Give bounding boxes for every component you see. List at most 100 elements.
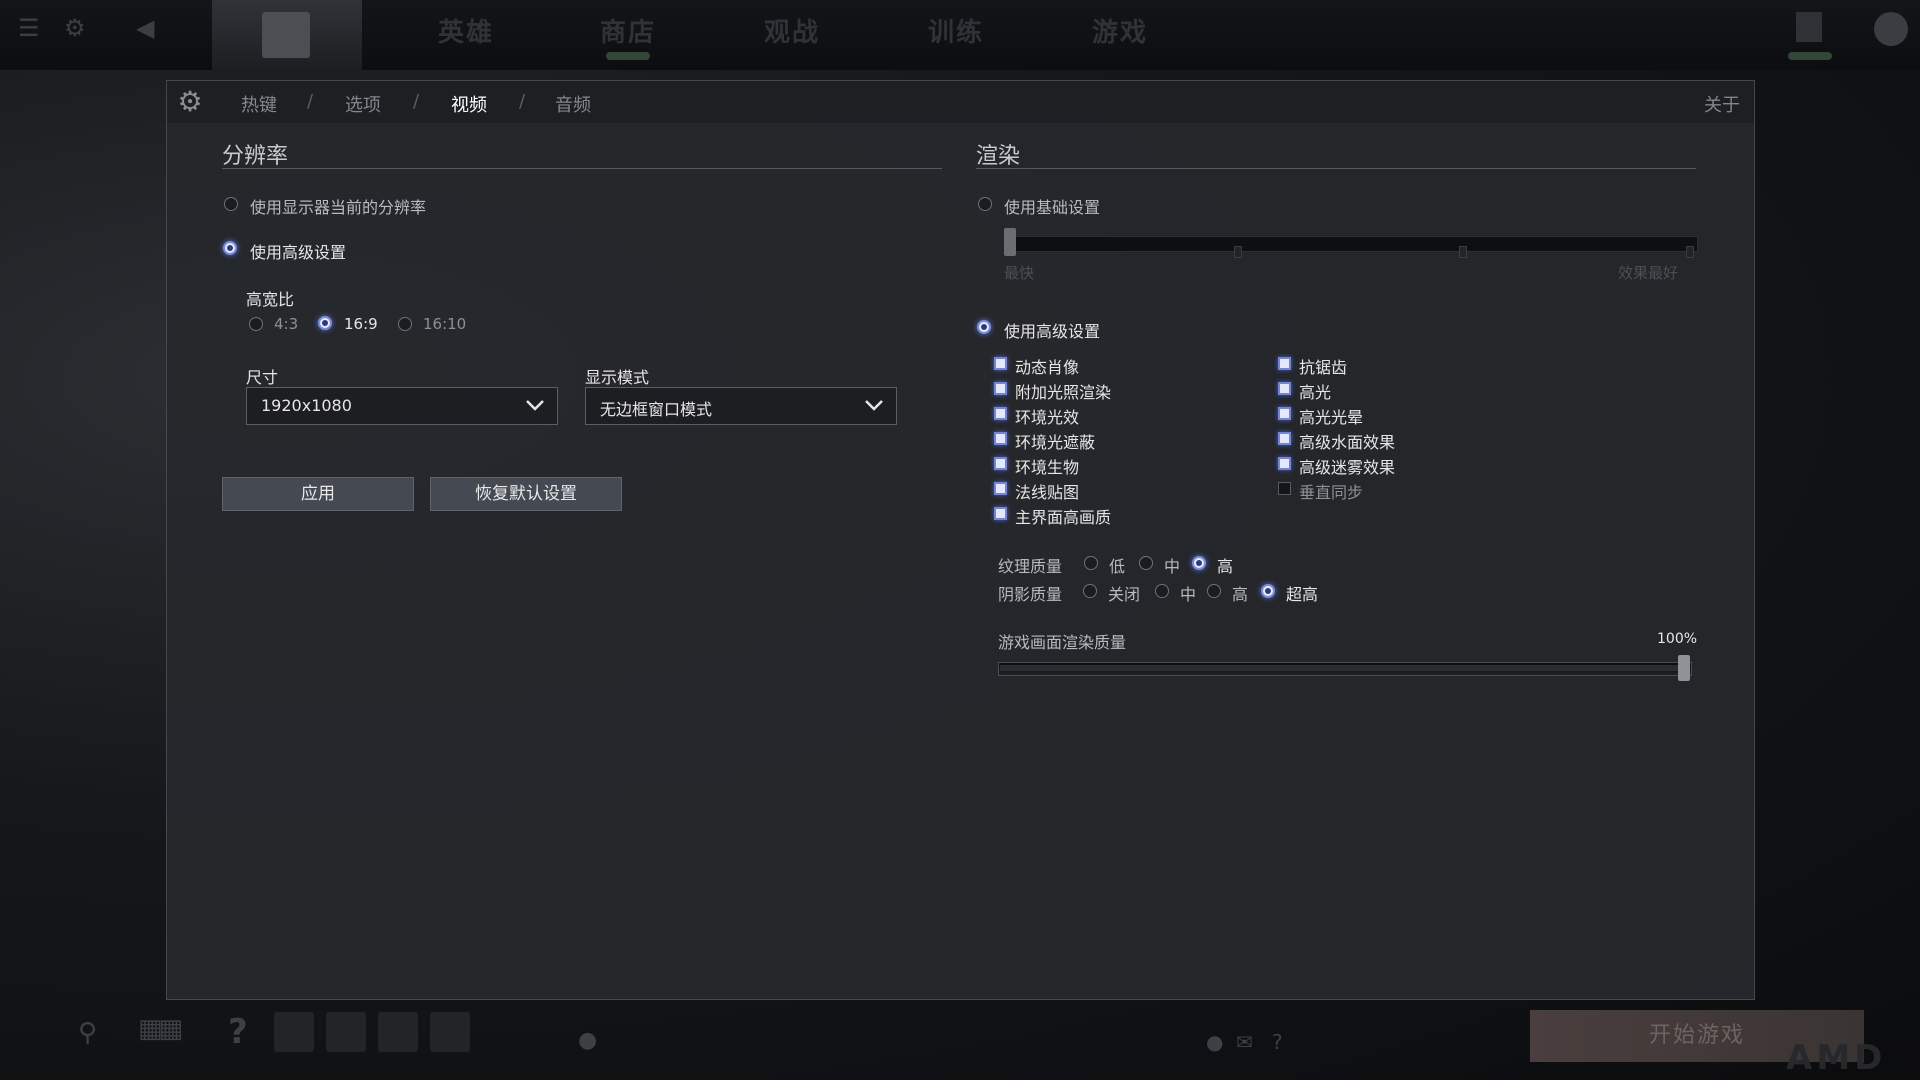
checkbox-label: 环境光效 [1015,408,1080,427]
question-icon[interactable]: ? [1272,1030,1283,1054]
back-icon[interactable]: ◀ [136,14,154,42]
aspect-4-3-radio[interactable] [249,317,263,331]
use-monitor-resolution-label: 使用显示器当前的分辨率 [250,198,427,217]
shadow-off-radio[interactable] [1083,584,1097,598]
rendering-title: 渲染 [976,144,1021,169]
checkbox-dynamic-portraits[interactable] [994,357,1007,370]
tab-video[interactable]: 视频 [451,91,487,117]
chat-icon[interactable]: ● [578,1028,597,1053]
inventory-indicator [1788,52,1832,60]
party-slot[interactable] [326,1012,366,1052]
aspect-16-9-radio[interactable] [318,316,332,330]
checkbox-label: 抗锯齿 [1299,358,1348,377]
nav-watch[interactable]: 观战 [764,12,820,49]
help-icon[interactable]: ? [228,1012,248,1052]
aspect-16-10-radio[interactable] [398,317,412,331]
use-advanced-resolution-label: 使用高级设置 [250,243,347,262]
checkbox-specular[interactable] [1278,382,1291,395]
amd-watermark: AMD [1786,1038,1887,1078]
checkbox-ambient-effects[interactable] [994,407,1007,420]
logo-icon [262,12,310,58]
mail-icon[interactable]: ✉ [1236,1030,1253,1054]
menu-icon[interactable]: ☰ [18,14,40,42]
avatar[interactable] [1874,12,1908,46]
resolution-title: 分辨率 [222,144,289,169]
display-mode-value: 无边框窗口模式 [600,400,713,419]
aspect-4-3-label: 4:3 [274,315,299,333]
checkbox-high-quality-fog[interactable] [1278,457,1291,470]
render-quality-label: 游戏画面渲染质量 [998,633,1127,652]
nav-learn[interactable]: 训练 [928,12,984,49]
checkbox-normal-maps[interactable] [994,482,1007,495]
tab-hotkeys[interactable]: 热键 [241,91,277,117]
checkbox-label: 环境光遮蔽 [1015,433,1096,452]
checkbox-additional-lighting[interactable] [994,382,1007,395]
checkbox-label: 垂直同步 [1299,483,1364,502]
checkbox-label: 高级迷雾效果 [1299,458,1396,477]
checkbox-high-quality-dashboard[interactable] [994,507,1007,520]
inventory-icon[interactable] [1796,12,1822,42]
size-label: 尺寸 [246,368,279,387]
grid-icon[interactable]: ▦▦ [138,1014,183,1044]
tab-options[interactable]: 选项 [345,91,381,117]
use-advanced-resolution-radio[interactable] [223,241,237,255]
checkbox-bloom[interactable] [1278,407,1291,420]
shadow-medium-radio[interactable] [1155,584,1169,598]
display-mode-dropdown[interactable]: 无边框窗口模式 [585,387,897,425]
party-slot[interactable] [430,1012,470,1052]
aspect-16-10-label: 16:10 [423,315,467,333]
basic-quality-slider-thumb[interactable] [1004,228,1016,256]
tab-separator: / [519,91,526,112]
slider-tick [1686,246,1694,258]
nav-store[interactable]: 商店 [600,12,656,49]
checkbox-label: 动态肖像 [1015,358,1080,377]
settings-panel: ⚙ 热键 / 选项 / 视频 / 音频 关于 [166,80,1755,1000]
shadow-high-radio[interactable] [1207,584,1221,598]
use-advanced-rendering-label: 使用高级设置 [1004,322,1101,341]
about-link[interactable]: 关于 [1704,91,1740,117]
resolution-divider [222,168,942,169]
apply-button[interactable]: 应用 [222,477,414,511]
checkbox-label: 高光光晕 [1299,408,1364,427]
use-advanced-rendering-radio[interactable] [977,320,991,334]
gear-icon: ⚙ [177,85,203,118]
checkbox-high-quality-water[interactable] [1278,432,1291,445]
checkbox-vsync[interactable] [1278,482,1291,495]
tab-separator: / [413,91,420,112]
render-quality-slider-thumb[interactable] [1678,655,1690,681]
dashboard-logo-tile[interactable] [212,0,362,70]
checkbox-ambient-occlusion[interactable] [994,432,1007,445]
friends-icon[interactable]: ⚲ [78,1018,97,1048]
texture-high-radio[interactable] [1192,556,1206,570]
checkbox-anti-aliasing[interactable] [1278,357,1291,370]
shadow-ultra-label: 超高 [1286,585,1319,604]
chevron-down-icon [526,400,544,411]
nav-heroes[interactable]: 英雄 [438,12,494,49]
tab-audio[interactable]: 音频 [555,91,591,117]
use-basic-rendering-radio[interactable] [978,197,992,211]
size-dropdown[interactable]: 1920x1080 [246,387,558,425]
basic-quality-slider-track[interactable] [1006,236,1698,252]
settings-icon[interactable]: ⚙ [64,14,86,42]
shadow-off-label: 关闭 [1108,585,1141,604]
use-monitor-resolution-radio[interactable] [224,197,238,211]
reset-defaults-button[interactable]: 恢复默认设置 [430,477,622,511]
display-mode-label: 显示模式 [585,368,650,387]
party-slot[interactable] [378,1012,418,1052]
status-icon[interactable]: ● [1206,1030,1223,1054]
texture-low-radio[interactable] [1084,556,1098,570]
checkbox-ambient-creatures[interactable] [994,457,1007,470]
texture-medium-radio[interactable] [1139,556,1153,570]
texture-medium-label: 中 [1164,557,1181,576]
aspect-16-9-label: 16:9 [344,315,378,333]
texture-high-label: 高 [1217,557,1234,576]
shadow-medium-label: 中 [1180,585,1197,604]
shadow-high-label: 高 [1232,585,1249,604]
rendering-divider [976,168,1696,169]
slider-min-label: 最快 [1004,264,1035,282]
aspect-ratio-label: 高宽比 [246,290,295,309]
shadow-ultra-radio[interactable] [1261,584,1275,598]
top-navigation-bar: ☰ ⚙ ◀ 英雄 商店 观战 训练 游戏 [0,0,1920,70]
nav-play[interactable]: 游戏 [1092,12,1148,49]
party-slot[interactable] [274,1012,314,1052]
